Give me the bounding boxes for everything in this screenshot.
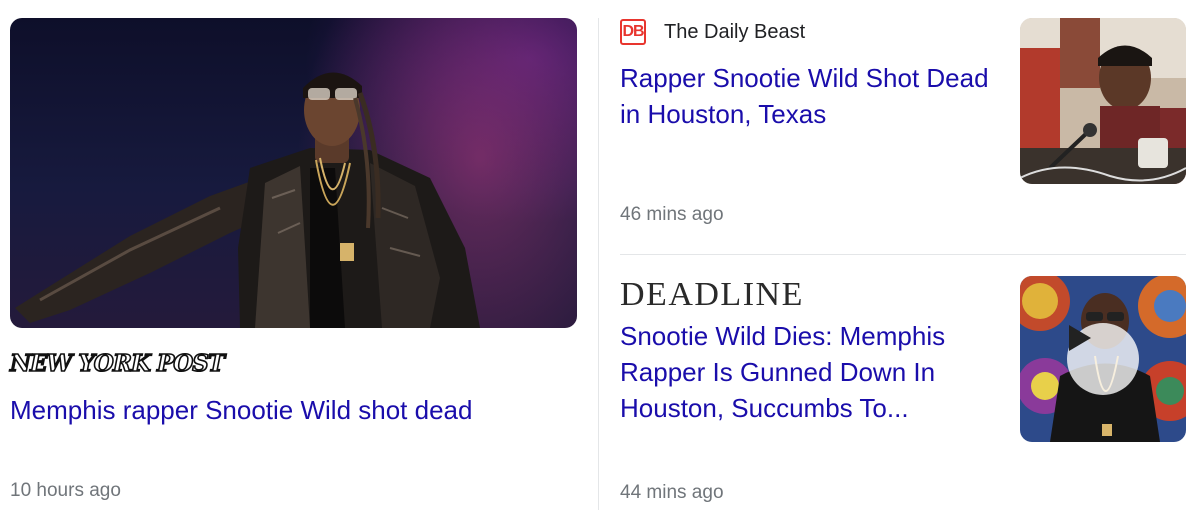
deadline-logo: DEADLINE (620, 276, 804, 313)
story-thumbnail[interactable] (1020, 18, 1186, 184)
story-card-daily-beast[interactable]: DB The Daily Beast Rapper Snootie Wild S… (620, 18, 1186, 244)
new-york-post-logo: NEW YORK POST (9, 349, 226, 378)
rapper-with-microphone-photo (1020, 18, 1186, 184)
column-divider (598, 18, 599, 510)
daily-beast-logo-icon: DB (620, 19, 646, 45)
story-headline-link[interactable]: Memphis rapper Snootie Wild shot dead (10, 393, 570, 427)
story-card-deadline[interactable]: DEADLINE Snootie Wild Dies: Memphis Rapp… (620, 276, 1186, 506)
story-headline-link[interactable]: Rapper Snootie Wild Shot Dead in Houston… (620, 60, 1000, 132)
story-timestamp: 44 mins ago (620, 482, 724, 503)
story-timestamp: 46 mins ago (620, 204, 724, 225)
source-name: The Daily Beast (664, 20, 806, 43)
row-divider (620, 254, 1186, 255)
play-video-button[interactable] (1067, 323, 1139, 395)
rapper-on-stage-photo (15, 72, 480, 328)
story-headline-link[interactable]: Snootie Wild Dies: Memphis Rapper Is Gun… (620, 318, 1000, 426)
story-video-thumbnail[interactable] (1020, 276, 1186, 442)
top-story-card[interactable]: NEW YORK POST Memphis rapper Snootie Wil… (9, 18, 577, 518)
story-timestamp: 10 hours ago (10, 480, 121, 501)
source-row: DB The Daily Beast (620, 18, 805, 46)
play-icon (1069, 325, 1091, 351)
story-image[interactable] (10, 18, 577, 328)
